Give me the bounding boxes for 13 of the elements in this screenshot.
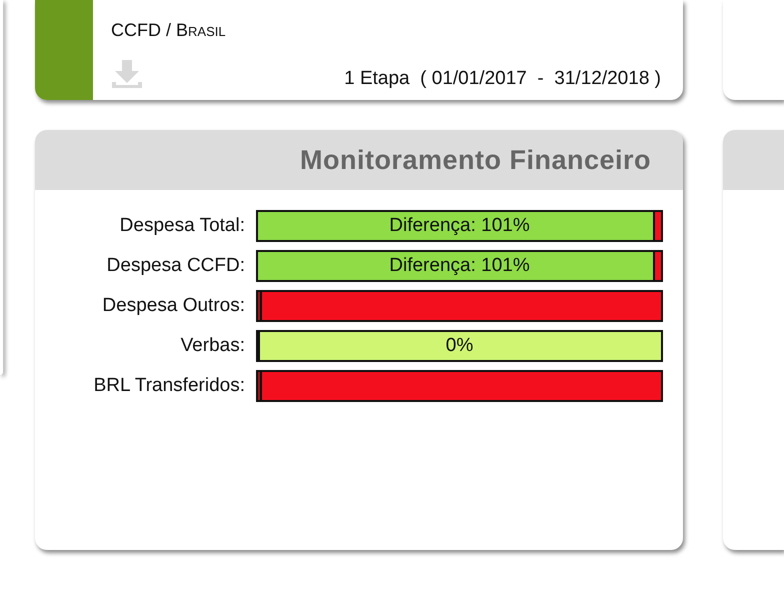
progress-text: Diferença: 101% <box>388 214 531 238</box>
progress-text: 0% <box>444 334 474 358</box>
panel-header <box>723 130 784 190</box>
progress-text: Diferença: 101% <box>388 254 531 278</box>
organization-label: CCFD / Brasil <box>111 20 227 41</box>
period-label: 1 Etapa ( 01/01/2017 - 31/12/2018 ) <box>344 68 661 90</box>
row-label: Despesa Outros: <box>101 295 245 317</box>
row-label: Verbas: <box>180 335 245 357</box>
row-label: Despesa CCFD: <box>106 255 245 277</box>
panel-title: Monitoramento Financeiro <box>300 144 651 176</box>
row-label: Despesa Total: <box>118 215 245 237</box>
download-icon[interactable] <box>111 58 143 90</box>
row-label: BRL Transferidos: <box>92 375 245 397</box>
